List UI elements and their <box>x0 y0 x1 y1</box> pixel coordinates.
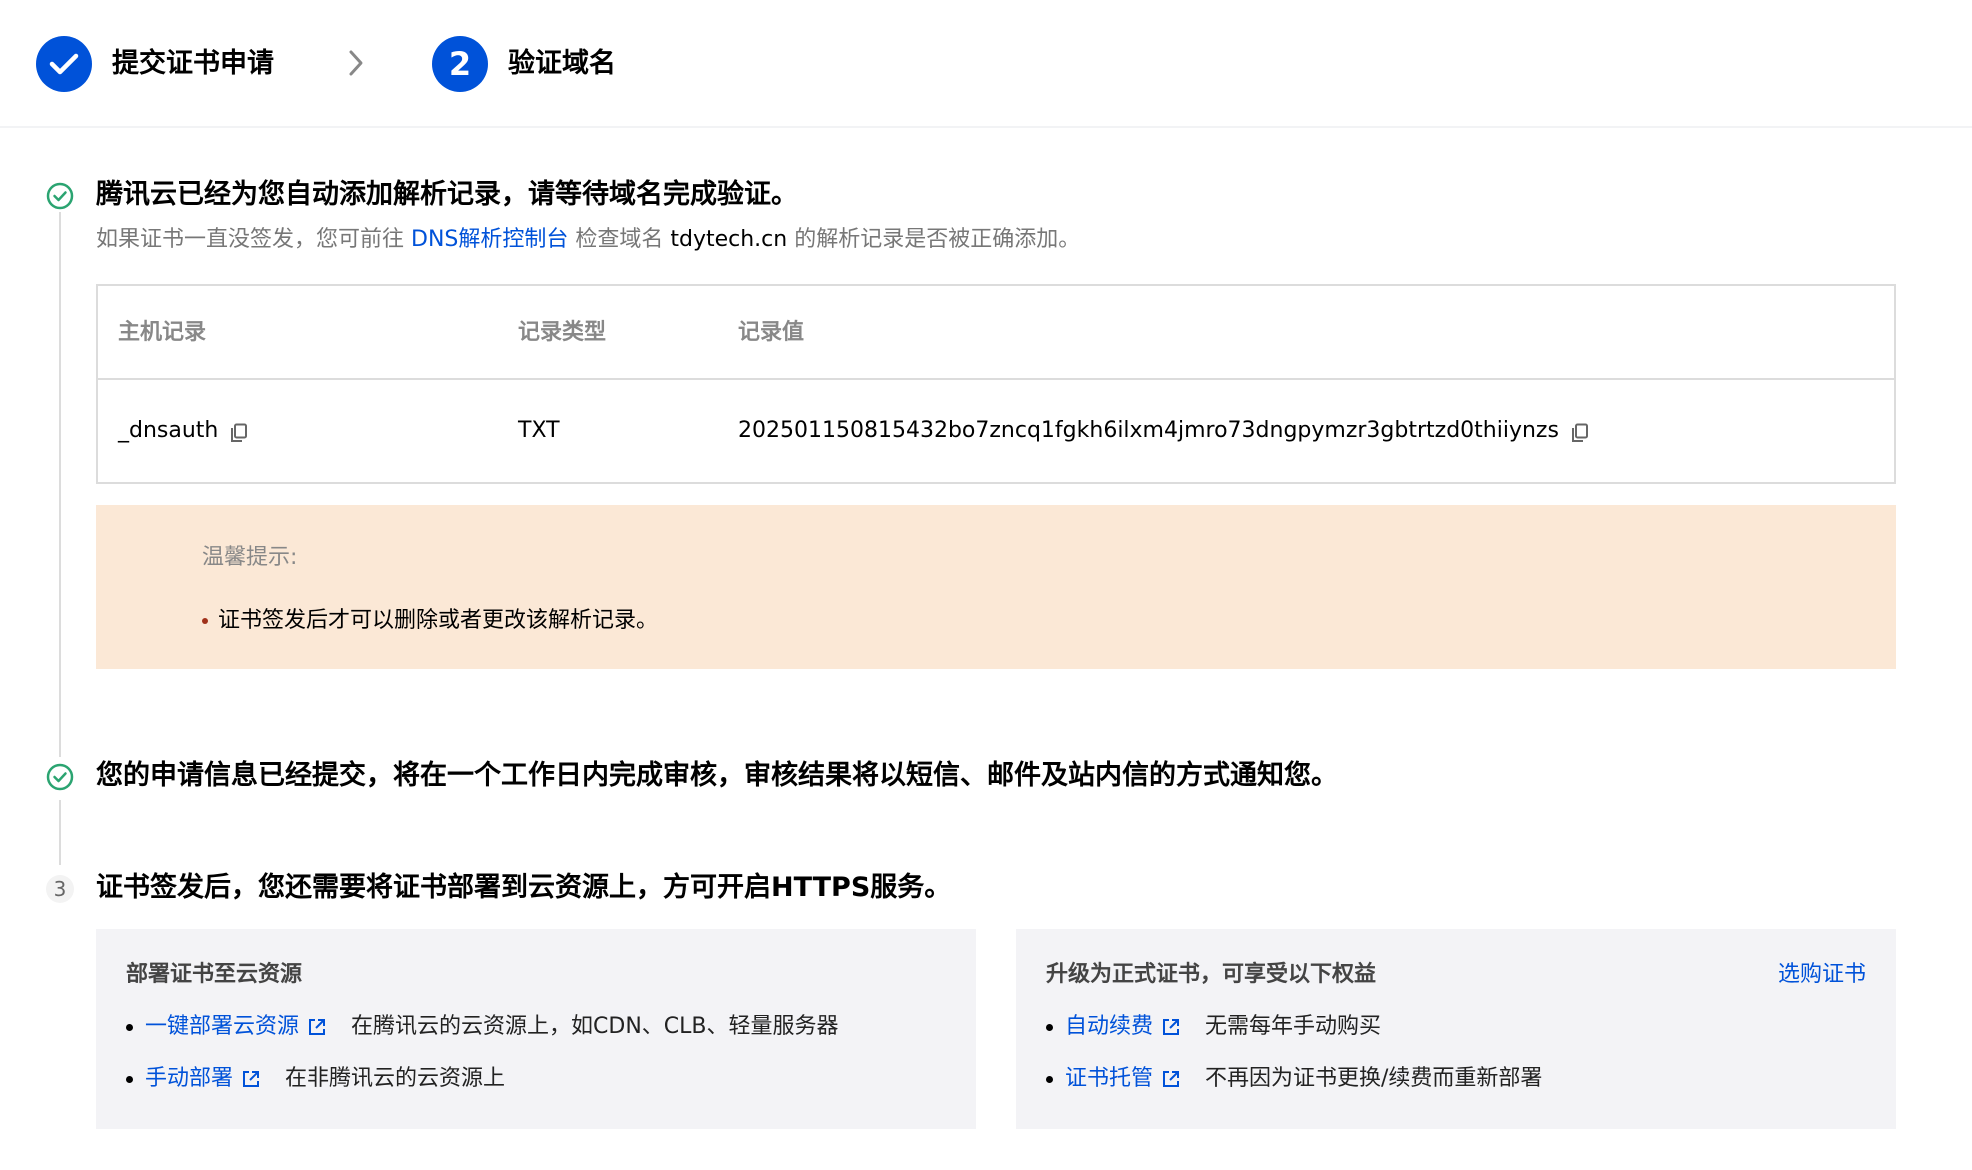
bullet-dot <box>1046 1075 1053 1083</box>
domain-name: tdytech.cn <box>670 227 788 252</box>
bullet-dot <box>126 1023 133 1031</box>
tip-item-text: 证书签发后才可以删除或者更改该解析记录。 <box>218 608 659 633</box>
record-table: 主机记录 记录类型 记录值 _dnsauth TXT 2025011508154… <box>96 284 1896 484</box>
item-desc: 在腾讯云的云资源上，如CDN、CLB、轻量服务器 <box>351 1014 839 1039</box>
list-item: 一键部署云资源 在腾讯云的云资源上，如CDN、CLB、轻量服务器 <box>126 1011 839 1043</box>
item-desc: 不再因为证书更换/续费而重新部署 <box>1205 1066 1543 1091</box>
auto-renew-link[interactable]: 自动续费 <box>1065 1011 1153 1043</box>
deploy-panel: 部署证书至云资源 一键部署云资源 在腾讯云的云资源上，如CDN、CLB、轻量服务… <box>96 929 976 1129</box>
section3-title: 证书签发后，您还需要将证书部署到云资源上，方可开启HTTPS服务。 <box>96 872 952 903</box>
buy-certificate-link[interactable]: 选购证书 <box>1778 959 1866 991</box>
upgrade-panel: 升级为正式证书，可享受以下权益 选购证书 自动续费 无需每年手动购买 证书托管 … <box>1016 929 1896 1129</box>
cell-type: TXT <box>518 418 560 443</box>
header-type: 记录类型 <box>518 320 607 345</box>
header-value: 记录值 <box>738 320 805 345</box>
bullet-dot <box>1046 1023 1053 1031</box>
check-circle-icon <box>46 182 74 210</box>
step1-check-icon <box>36 36 92 92</box>
external-link-icon[interactable] <box>1161 1069 1181 1089</box>
section1-title: 腾讯云已经为您自动添加解析记录，请等待域名完成验证。 <box>96 179 798 210</box>
record-value: 202501150815432bo7zncq1fgkh6ilxm4jmro73d… <box>738 418 1559 443</box>
list-item: 手动部署 在非腾讯云的云资源上 <box>126 1063 505 1095</box>
cert-hosting-link[interactable]: 证书托管 <box>1065 1063 1153 1095</box>
chevron-right-icon <box>349 50 363 76</box>
step2-label: 验证域名 <box>508 48 616 79</box>
step2-number: 2 <box>432 36 488 92</box>
section1-desc: 如果证书一直没签发，您可前往 DNS解析控制台 检查域名 tdytech.cn … <box>96 222 1080 258</box>
cell-value: 202501150815432bo7zncq1fgkh6ilxm4jmro73d… <box>738 415 1589 447</box>
check-circle-icon <box>46 763 74 791</box>
manual-deploy-link[interactable]: 手动部署 <box>145 1063 233 1095</box>
external-link-icon[interactable] <box>241 1069 261 1089</box>
bullet-dot <box>202 618 208 624</box>
upgrade-panel-title: 升级为正式证书，可享受以下权益 <box>1046 962 1377 987</box>
tip-title: 温馨提示: <box>202 545 298 570</box>
warm-tip: 温馨提示: 证书签发后才可以删除或者更改该解析记录。 <box>96 505 1896 669</box>
desc-mid: 检查域名 <box>568 227 671 252</box>
table-header: 主机记录 记录类型 记录值 <box>98 286 1894 380</box>
list-item: 证书托管 不再因为证书更换/续费而重新部署 <box>1046 1063 1542 1095</box>
stepper: 提交证书申请 2 验证域名 <box>0 0 1972 128</box>
copy-icon[interactable] <box>230 421 248 442</box>
deploy-panel-title: 部署证书至云资源 <box>126 962 303 987</box>
header-host: 主机记录 <box>118 320 207 345</box>
tip-item: 证书签发后才可以删除或者更改该解析记录。 <box>202 603 658 639</box>
external-link-icon[interactable] <box>307 1017 327 1037</box>
one-click-deploy-link[interactable]: 一键部署云资源 <box>145 1011 299 1043</box>
timeline-line <box>59 212 61 757</box>
desc-suffix: 的解析记录是否被正确添加。 <box>787 227 1081 252</box>
host-value: _dnsauth <box>118 418 219 443</box>
step1-label: 提交证书申请 <box>112 48 274 79</box>
bullet-dot <box>126 1075 133 1083</box>
dns-console-link[interactable]: DNS解析控制台 <box>411 227 568 252</box>
desc-prefix: 如果证书一直没签发，您可前往 <box>96 227 411 252</box>
external-link-icon[interactable] <box>1161 1017 1181 1037</box>
copy-icon[interactable] <box>1571 421 1589 442</box>
cell-host: _dnsauth <box>118 415 248 447</box>
timeline-line <box>59 800 61 865</box>
item-desc: 无需每年手动购买 <box>1205 1014 1382 1039</box>
list-item: 自动续费 无需每年手动购买 <box>1046 1011 1381 1043</box>
step3-number: 3 <box>46 875 74 903</box>
item-desc: 在非腾讯云的云资源上 <box>285 1066 506 1091</box>
section2-title: 您的申请信息已经提交，将在一个工作日内完成审核，审核结果将以短信、邮件及站内信的… <box>96 760 1338 791</box>
